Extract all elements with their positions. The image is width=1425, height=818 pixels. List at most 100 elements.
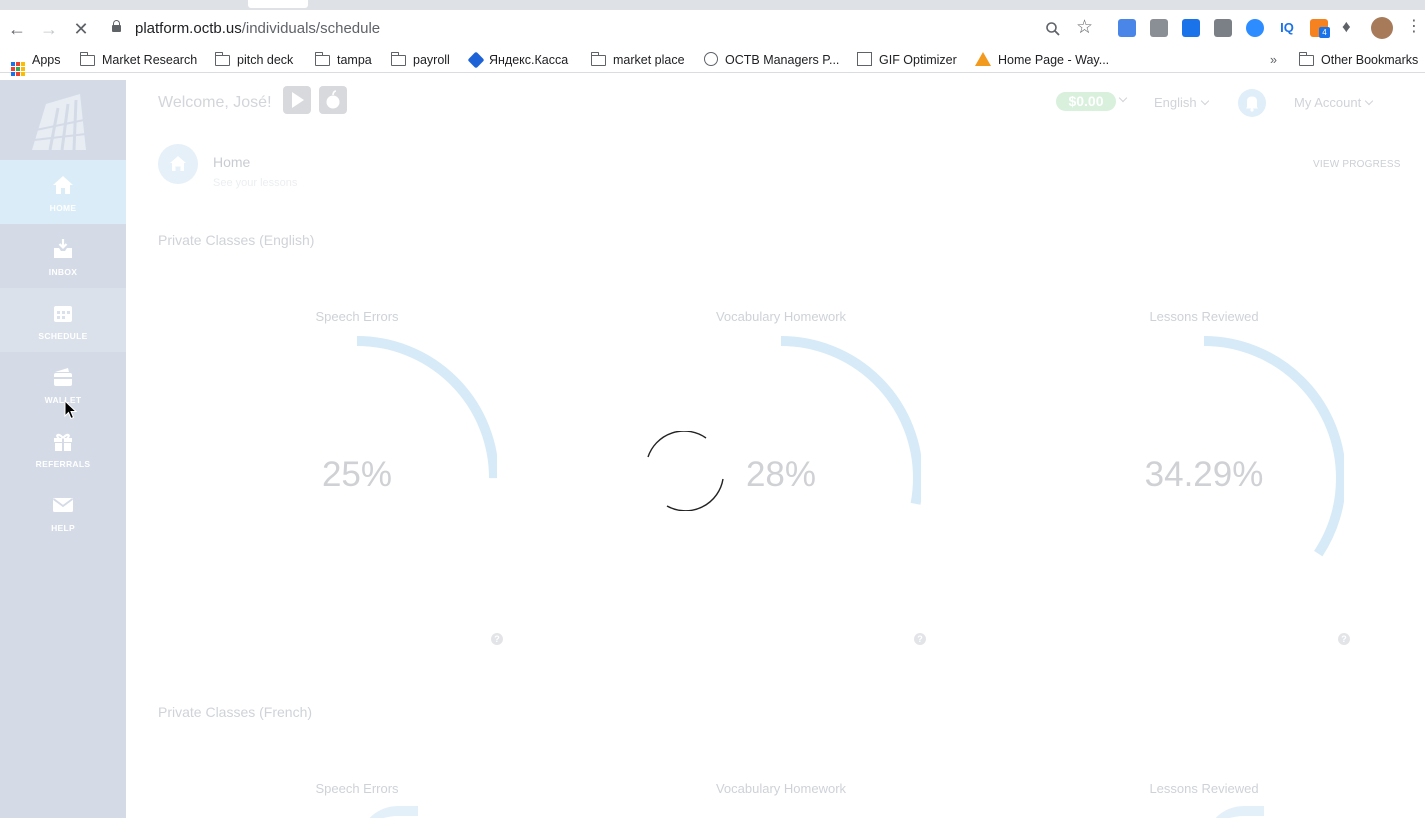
folder-icon (80, 52, 95, 66)
french-lessons-reviewed-gauge-top (1204, 806, 1264, 818)
bookmark-label: market place (613, 53, 685, 67)
browser-tab-strip[interactable] (0, 0, 1425, 10)
schedule-icon (54, 306, 72, 322)
app-root: HOME INBOX SCHEDULE WALLET REFERRALS HEL… (0, 80, 1425, 818)
bookmark-wayfair[interactable]: Home Page - Way... (975, 52, 1109, 69)
zoom-extension-icon[interactable] (1246, 19, 1264, 37)
sidebar-item-inbox[interactable]: INBOX (0, 224, 126, 288)
main-content: Welcome, José! $0.00 English My Account … (126, 80, 1425, 818)
bookmark-label: pitch deck (237, 53, 294, 67)
welcome-greeting: Welcome, José! (158, 94, 272, 111)
wallet-icon (54, 368, 72, 386)
sidebar-item-label: WALLET (44, 395, 82, 405)
forward-arrow-icon[interactable]: → (38, 18, 60, 40)
bookmark-octb-managers[interactable]: OCTB Managers P... (704, 52, 839, 69)
vocabulary-homework-help-icon[interactable]: ? (914, 633, 926, 645)
gauge-label-speech-errors: Speech Errors (315, 309, 399, 324)
yandex-kassa-icon (467, 51, 485, 69)
url-host: platform.octb.us (135, 20, 242, 37)
account-chevron-down-icon[interactable] (1364, 96, 1374, 106)
notifications-button[interactable] (1238, 89, 1266, 117)
folder-icon (1299, 52, 1314, 66)
lessons-reviewed-value: 34.29% (1144, 455, 1264, 494)
bookmarks-bar: Apps Market Research pitch deck tampa pa… (0, 48, 1425, 76)
bookmark-tampa[interactable]: tampa (315, 52, 372, 69)
octb-logo-icon (32, 94, 87, 151)
speech-errors-help-icon[interactable]: ? (491, 633, 503, 645)
lessons-reviewed-help-icon[interactable]: ? (1338, 633, 1350, 645)
extension-calendar-icon[interactable] (1118, 19, 1136, 37)
profile-avatar[interactable] (1371, 17, 1393, 39)
sidebar-item-label: HELP (51, 523, 75, 533)
sidebar-item-schedule[interactable]: SCHEDULE (0, 288, 126, 352)
bookmark-label: payroll (413, 53, 450, 67)
active-browser-tab[interactable] (248, 0, 308, 8)
app-store-badge[interactable] (319, 86, 347, 114)
inbox-icon (54, 239, 72, 258)
puzzle-extensions-icon[interactable]: ♦ (1342, 17, 1351, 37)
bookmark-market-place[interactable]: market place (591, 52, 685, 69)
chrome-menu-icon[interactable]: ⋮ (1406, 16, 1422, 36)
globe-icon (704, 52, 718, 66)
gauge-label-lessons-reviewed: Lessons Reviewed (1149, 781, 1259, 796)
back-arrow-icon[interactable]: ← (6, 18, 28, 40)
folder-icon (591, 52, 606, 66)
bookmark-label: Home Page - Way... (998, 53, 1110, 67)
folder-icon (215, 52, 230, 66)
hubspot-extension-icon[interactable]: 4 (1310, 19, 1330, 38)
google-play-icon (292, 92, 304, 108)
bookmark-label: GIF Optimizer (879, 53, 957, 67)
breadcrumb-home-badge (158, 144, 198, 184)
bookmark-label: Other Bookmarks (1321, 53, 1419, 67)
french-speech-errors-gauge-top (358, 806, 418, 818)
page-title: Home (213, 154, 251, 170)
section-title-english: Private Classes (English) (158, 232, 315, 248)
gift-icon (54, 433, 72, 451)
extension-tag-icon[interactable] (1182, 19, 1200, 37)
bookmark-apps[interactable]: Apps (11, 52, 61, 76)
sidebar: HOME INBOX SCHEDULE WALLET REFERRALS HEL… (0, 80, 126, 818)
language-chevron-down-icon[interactable] (1200, 96, 1210, 106)
bookmark-pitch-deck[interactable]: pitch deck (215, 52, 293, 69)
my-account-menu[interactable]: My Account (1294, 95, 1361, 110)
lock-icon (112, 20, 121, 32)
gauge-label-vocabulary-homework: Vocabulary Homework (715, 781, 847, 796)
bookmark-gif-optimizer[interactable]: GIF Optimizer (857, 52, 957, 69)
sidebar-item-help[interactable]: HELP (0, 480, 126, 544)
extension-wallet-icon[interactable] (1150, 19, 1168, 37)
language-selector[interactable]: English (1154, 95, 1197, 110)
sidebar-item-label: INBOX (48, 267, 78, 277)
bookmark-label: OCTB Managers P... (725, 53, 840, 67)
stop-loading-icon[interactable]: ✕ (70, 18, 92, 40)
extension-code-icon[interactable] (1214, 19, 1232, 37)
wayfair-icon (975, 52, 991, 66)
google-play-badge[interactable] (283, 86, 311, 114)
url-path: /individuals/schedule (241, 20, 381, 37)
bookmark-label: Apps (32, 53, 61, 67)
view-progress-link[interactable]: VIEW PROGRESS (1313, 159, 1401, 170)
sidebar-item-wallet[interactable]: WALLET (0, 352, 126, 416)
gauge-label-lessons-reviewed: Lessons Reviewed (1149, 309, 1259, 324)
home-icon (53, 176, 73, 194)
balance-pill[interactable]: $0.00 (1056, 92, 1116, 111)
sidebar-item-label: HOME (49, 203, 77, 213)
page-subtitle: See your lessons (213, 177, 298, 189)
bookmark-star-icon[interactable]: ☆ (1076, 16, 1093, 39)
bookmark-payroll[interactable]: payroll (391, 52, 450, 69)
extension-badge: 4 (1319, 27, 1330, 38)
sidebar-item-home[interactable]: HOME (0, 160, 126, 224)
bookmark-yandex-kassa[interactable]: Яндекс.Касса (467, 51, 568, 69)
bookmark-other-bookmarks[interactable]: Other Bookmarks (1299, 52, 1418, 69)
iq-extension-icon[interactable]: IQ (1278, 19, 1296, 37)
apple-icon (326, 90, 340, 109)
bookmark-label: Market Research (102, 53, 198, 67)
browser-toolbar: ← → ✕ platform.octb.us/individuals/sched… (0, 10, 1425, 48)
folder-icon (391, 52, 406, 66)
sidebar-item-referrals[interactable]: REFERRALS (0, 416, 126, 480)
bookmarks-overflow-button[interactable]: » (1270, 52, 1277, 69)
balance-chevron-down-icon[interactable] (1118, 93, 1128, 103)
zoom-icon[interactable] (1045, 21, 1061, 37)
address-bar[interactable]: platform.octb.us/individuals/schedule (112, 19, 1112, 41)
bookmark-market-research[interactable]: Market Research (80, 52, 197, 69)
bell-icon (1246, 96, 1258, 112)
